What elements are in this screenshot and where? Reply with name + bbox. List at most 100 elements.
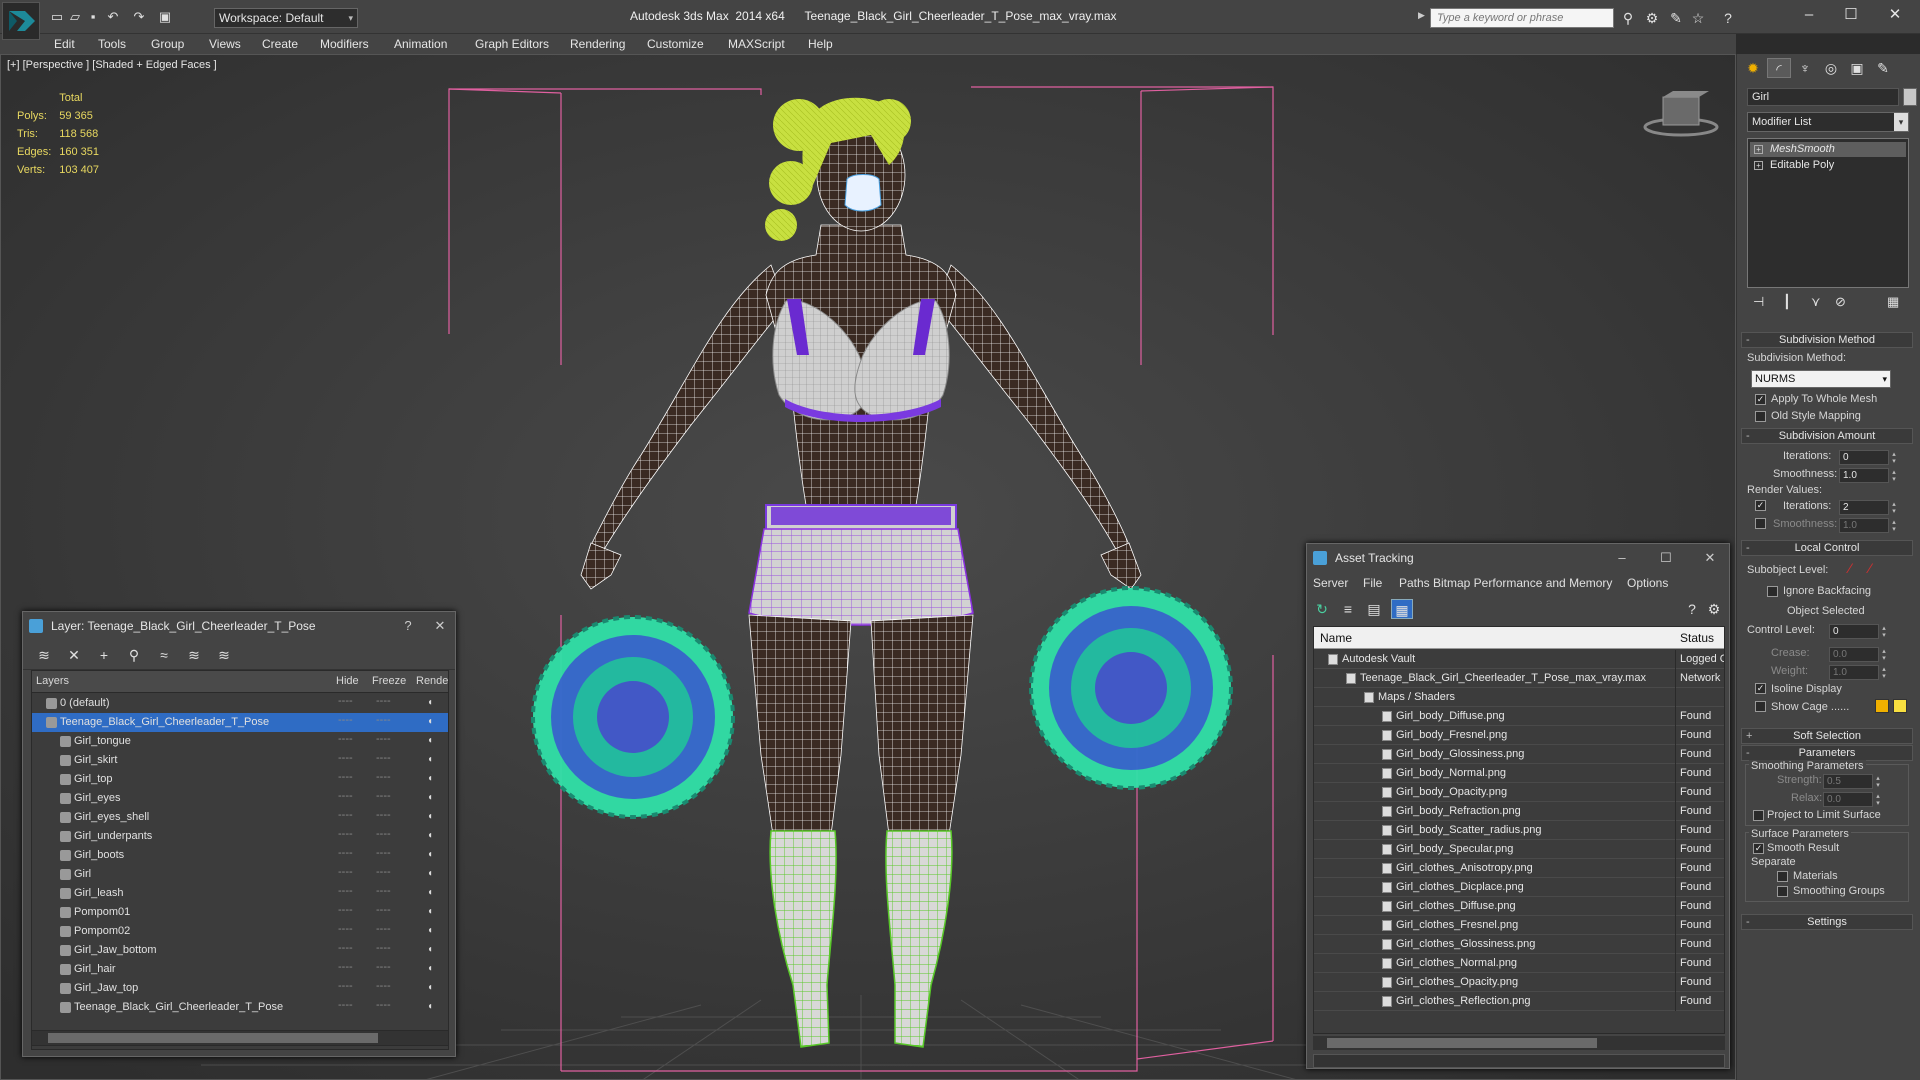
render-teapot-icon[interactable]: ◖ — [427, 754, 433, 765]
rollout-parameters[interactable]: - Parameters — [1741, 745, 1913, 761]
open-file-icon[interactable]: ▱ — [66, 9, 84, 25]
freeze-toggle[interactable]: ---- — [376, 942, 391, 954]
binoculars-icon[interactable]: ⚲ — [1618, 9, 1638, 27]
asset-list[interactable]: Name Status Autodesk Vault Logged O Teenag… — [1313, 626, 1725, 1034]
menu-graph-editors[interactable]: Graph Editors — [475, 37, 549, 51]
scroll-thumb[interactable] — [48, 1033, 378, 1043]
smooth-result-checkbox[interactable]: ✓ — [1753, 843, 1764, 854]
asset-row[interactable]: Maps / Shaders — [1314, 688, 1724, 707]
refresh-icon[interactable]: ↻ — [1311, 599, 1333, 619]
expand-icon[interactable]: + — [1754, 161, 1763, 170]
maximize-button[interactable]: ☐ — [1828, 4, 1874, 26]
freeze-toggle[interactable]: ---- — [376, 980, 391, 992]
render-teapot-icon[interactable]: ◖ — [427, 944, 433, 955]
expand-icon[interactable]: + — [1754, 145, 1763, 154]
render-teapot-icon[interactable]: ◖ — [427, 1001, 433, 1012]
hide-toggle[interactable]: ---- — [338, 904, 353, 916]
menu-server[interactable]: Server — [1313, 576, 1348, 590]
col-layers[interactable]: Layers — [36, 675, 69, 687]
control-level-spinner[interactable]: 0 — [1829, 624, 1890, 639]
remove-modifier-icon[interactable]: ⊘ — [1835, 294, 1846, 310]
asset-row[interactable]: Girl_clothes_Diffuse.png Found — [1314, 897, 1724, 916]
freeze-toggle[interactable]: ---- — [376, 923, 391, 935]
menu-tools[interactable]: Tools — [98, 37, 126, 51]
freeze-toggle[interactable]: ---- — [376, 809, 391, 821]
smoothing-groups-checkbox[interactable] — [1777, 886, 1788, 897]
asset-row[interactable]: Girl_clothes_Opacity.png Found — [1314, 973, 1724, 992]
layer-row[interactable]: Girl_hair ---- ---- ◖ — [32, 960, 448, 979]
settings-icon[interactable]: ⚙ — [1703, 599, 1725, 619]
freeze-toggle[interactable]: ---- — [376, 771, 391, 783]
menu-customize[interactable]: Customize — [647, 37, 704, 51]
object-name-field[interactable]: Girl — [1747, 88, 1899, 106]
configure-sets-icon[interactable]: ▦ — [1887, 294, 1899, 310]
modify-tab-icon[interactable]: ◜ — [1767, 58, 1791, 78]
asset-row[interactable]: Girl_clothes_Glossiness.png Found — [1314, 935, 1724, 954]
show-end-result-icon[interactable]: ┃ — [1783, 294, 1791, 310]
layer-row[interactable]: 0 (default) ---- ---- ◖ — [32, 694, 448, 713]
hide-toggle[interactable]: ---- — [338, 695, 353, 707]
object-color-swatch[interactable] — [1903, 88, 1917, 106]
asset-row[interactable]: Girl_body_Glossiness.png Found — [1314, 745, 1724, 764]
layer-row[interactable]: Girl_leash ---- ---- ◖ — [32, 884, 448, 903]
smoothness-spinner[interactable]: 1.0 — [1839, 468, 1900, 483]
render-iterations-checkbox[interactable]: ✓ — [1755, 500, 1766, 511]
freeze-toggle[interactable]: ---- — [376, 733, 391, 745]
isoline-display-checkbox[interactable]: ✓ — [1755, 683, 1766, 694]
modifier-stack[interactable]: + MeshSmooth + Editable Poly — [1747, 138, 1909, 288]
scroll-thumb[interactable] — [1327, 1038, 1597, 1048]
asset-row[interactable]: Girl_body_Diffuse.png Found — [1314, 707, 1724, 726]
freeze-toggle[interactable]: ---- — [376, 904, 391, 916]
stack-item-editable-poly[interactable]: + Editable Poly — [1750, 158, 1906, 173]
hide-toggle[interactable]: ---- — [338, 771, 353, 783]
hide-toggle[interactable]: ---- — [338, 790, 353, 802]
delete-layer-icon[interactable]: ✕ — [63, 645, 85, 665]
project-folder-icon[interactable]: ▣ — [156, 9, 174, 25]
layer-row[interactable]: Pompom02 ---- ---- ◖ — [32, 922, 448, 941]
favorites-star-icon[interactable]: ☆ — [1688, 9, 1708, 27]
render-teapot-icon[interactable]: ◖ — [427, 830, 433, 841]
asset-row[interactable]: Girl_clothes_Anisotropy.png Found — [1314, 859, 1724, 878]
menu-file[interactable]: File — [1363, 576, 1382, 590]
ignore-backfacing-checkbox[interactable] — [1767, 586, 1778, 597]
render-teapot-icon[interactable]: ◖ — [427, 811, 433, 822]
cage-color-swatch[interactable] — [1875, 699, 1889, 713]
list-view-icon[interactable]: ≡ — [1337, 599, 1359, 619]
apply-whole-mesh-checkbox[interactable]: ✓ — [1755, 394, 1766, 405]
highlight-layer-icon[interactable]: ≈ — [153, 645, 175, 665]
freeze-toggle[interactable]: ---- — [376, 752, 391, 764]
communication-icon[interactable]: ✎ — [1666, 9, 1686, 27]
layer-row[interactable]: Teenage_Black_Girl_Cheerleader_T_Pose ---… — [32, 713, 448, 732]
layer-row[interactable]: Teenage_Black_Girl_Cheerleader_T_Pose ---… — [32, 998, 448, 1017]
freeze-toggle[interactable]: ---- — [376, 866, 391, 878]
render-teapot-icon[interactable]: ◖ — [427, 773, 433, 784]
project-limit-checkbox[interactable] — [1753, 810, 1764, 821]
render-teapot-icon[interactable]: ◖ — [427, 792, 433, 803]
menu-group[interactable]: Group — [151, 37, 184, 51]
col-freeze[interactable]: Freeze — [372, 675, 406, 687]
horizontal-scrollbar[interactable] — [1313, 1036, 1725, 1050]
hide-toggle[interactable]: ---- — [338, 809, 353, 821]
asset-window-titlebar[interactable]: Asset Tracking – ☐ ✕ — [1307, 544, 1729, 572]
make-unique-icon[interactable]: ⋎ — [1811, 294, 1821, 310]
render-teapot-icon[interactable]: ◖ — [427, 716, 433, 727]
render-teapot-icon[interactable]: ◖ — [427, 735, 433, 746]
asset-row[interactable]: Girl_body_Scatter_radius.png Found — [1314, 821, 1724, 840]
menu-animation[interactable]: Animation — [394, 37, 447, 51]
freeze-toggle[interactable]: ---- — [376, 695, 391, 707]
create-tab-icon[interactable]: ✹ — [1741, 58, 1765, 78]
asset-row[interactable]: Girl_body_Fresnel.png Found — [1314, 726, 1724, 745]
hide-toggle[interactable]: ---- — [338, 942, 353, 954]
close-button[interactable]: ✕ — [1695, 544, 1725, 572]
asset-row[interactable]: Girl_body_Refraction.png Found — [1314, 802, 1724, 821]
hierarchy-tab-icon[interactable]: ♆ — [1793, 58, 1817, 78]
create-layer-icon[interactable]: ≋ — [33, 645, 55, 665]
close-button[interactable]: ✕ — [425, 612, 455, 640]
stack-item-meshsmooth[interactable]: + MeshSmooth — [1750, 142, 1906, 157]
freeze-toggle[interactable]: ---- — [376, 828, 391, 840]
hide-toggle[interactable]: ---- — [338, 885, 353, 897]
vertex-subobject-icon[interactable]: ⁄ — [1849, 560, 1851, 576]
render-teapot-icon[interactable]: ◖ — [427, 982, 433, 993]
workspace-dropdown[interactable]: Workspace: Default ▾ — [214, 8, 358, 28]
layer-row[interactable]: Girl_Jaw_top ---- ---- ◖ — [32, 979, 448, 998]
